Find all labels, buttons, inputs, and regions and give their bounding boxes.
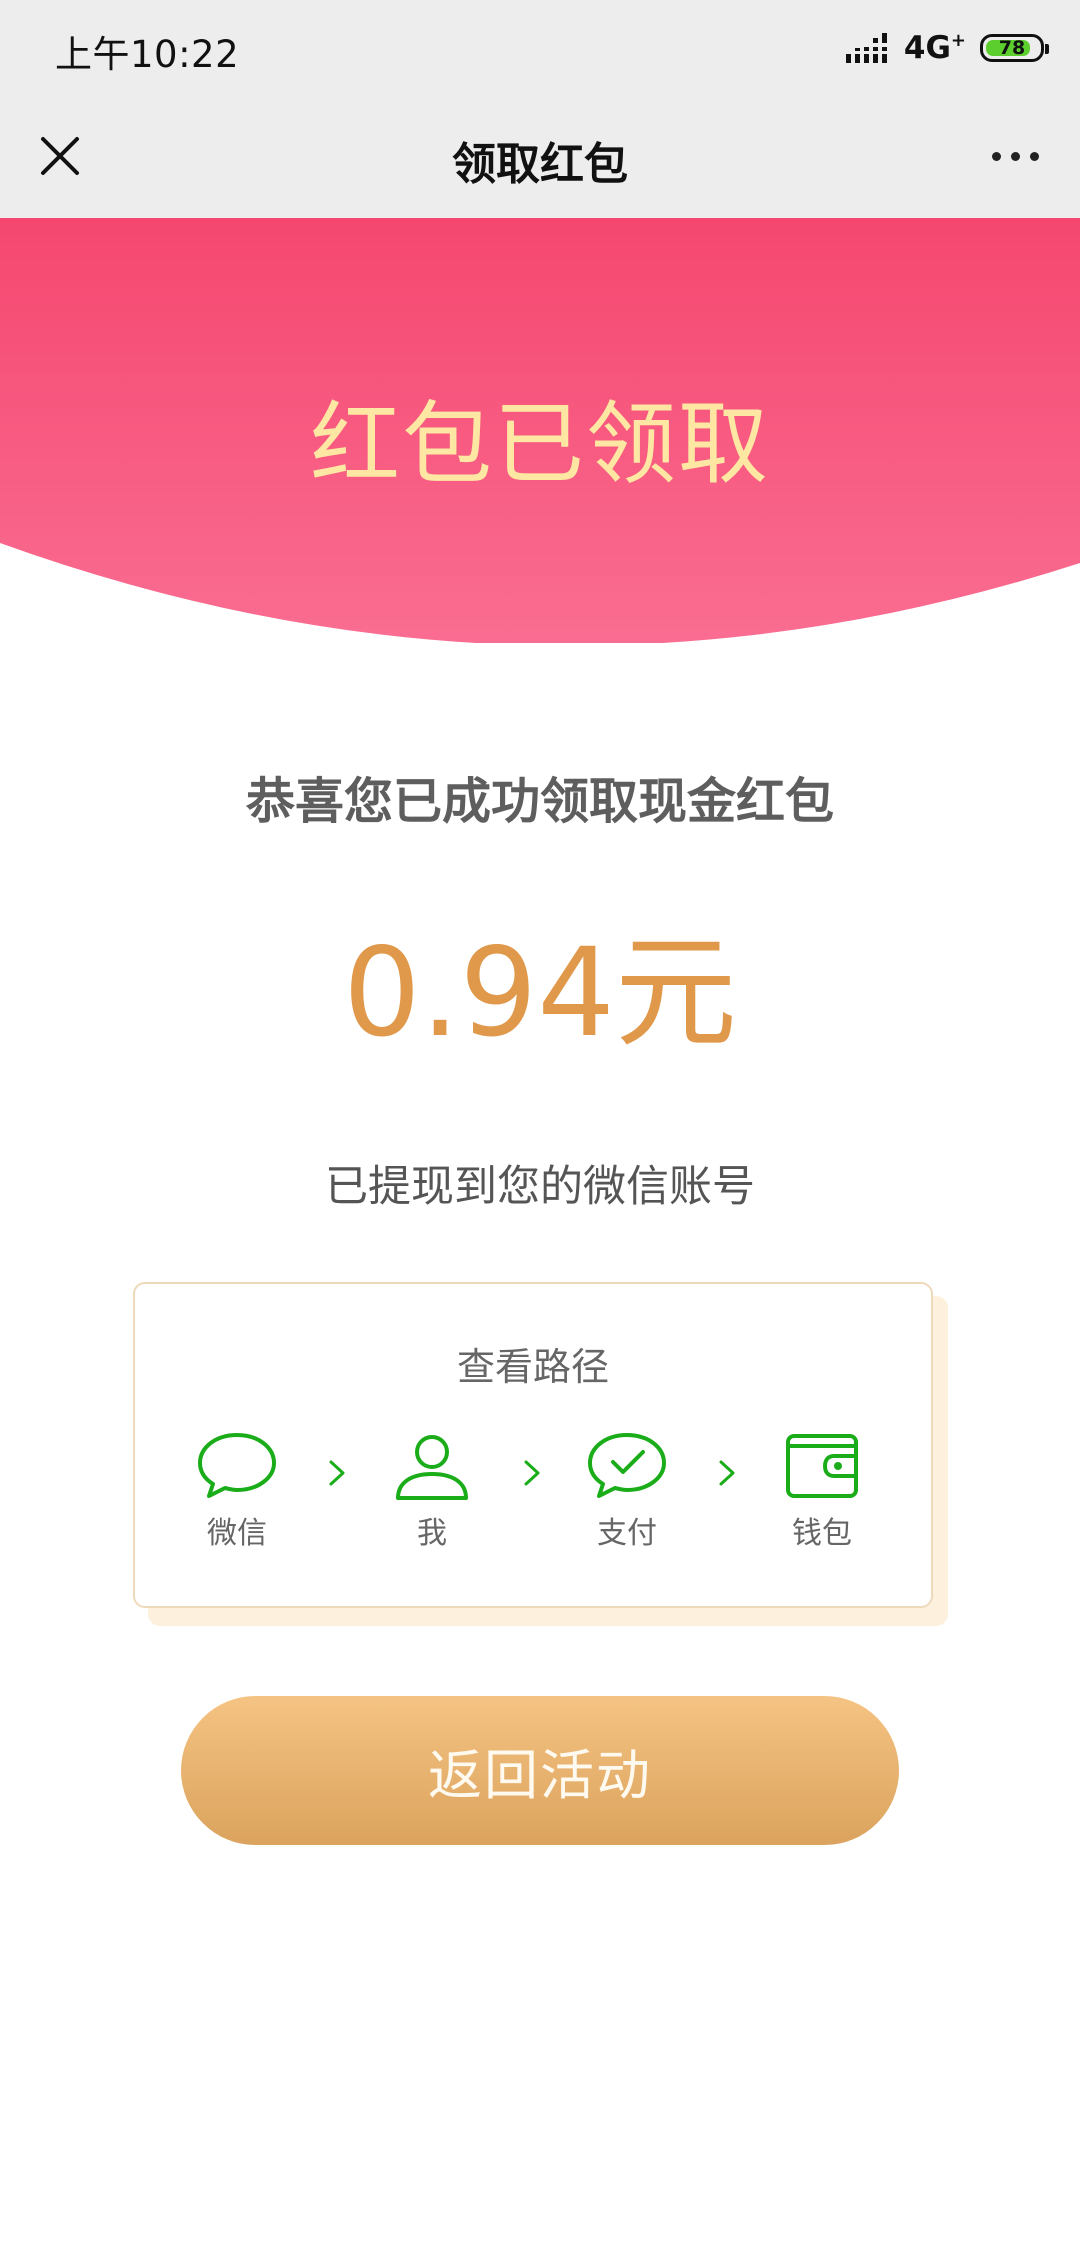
return-to-activity-button[interactable]: 返回活动 — [181, 1696, 899, 1845]
red-envelope-header: 红包已领取 — [0, 218, 1080, 643]
status-indicators: 4G+ 78 — [845, 28, 1049, 68]
more-dot — [991, 151, 1001, 161]
more-options-button[interactable] — [980, 126, 1050, 186]
nav-bar: 领取红包 — [0, 96, 1080, 218]
more-dot — [1010, 151, 1020, 161]
status-time: 上午10:22 — [55, 33, 240, 76]
path-step-label: 我 — [417, 1516, 447, 1551]
battery-icon: 78 — [980, 34, 1049, 62]
path-step-label: 支付 — [597, 1516, 657, 1551]
path-step-wallet: 钱包 — [762, 1430, 882, 1552]
amount-value: 0.94元 — [343, 922, 737, 1064]
more-dot — [1029, 151, 1039, 161]
payment-check-icon — [588, 1433, 666, 1498]
path-step-label: 微信 — [207, 1516, 267, 1551]
page: 上午10:22 4G+ 78 领取红包 红包已领取 恭喜您已成功领取现金红包 0… — [0, 0, 1080, 2248]
header-title: 红包已领取 — [310, 392, 770, 497]
status-bar: 上午10:22 4G+ 78 — [0, 0, 1080, 96]
withdrawn-note: 已提现到您的微信账号 — [325, 1162, 755, 1212]
network-type-label: 4G+ — [903, 30, 966, 66]
path-step-payment: 支付 — [567, 1430, 687, 1552]
battery-level: 78 — [998, 37, 1026, 59]
chevron-right-icon — [719, 1460, 735, 1486]
path-step-label: 钱包 — [792, 1516, 852, 1551]
path-card-title: 查看路径 — [456, 1345, 609, 1389]
user-icon — [396, 1435, 468, 1500]
path-step-wechat: 微信 — [177, 1430, 297, 1552]
chevron-right-icon — [524, 1460, 540, 1486]
chat-bubble-icon — [198, 1433, 276, 1498]
path-step-me: 我 — [372, 1430, 492, 1552]
congrats-text: 恭喜您已成功领取现金红包 — [245, 773, 834, 830]
path-card: 查看路径 微信 我 支付 钱包 — [133, 1282, 933, 1608]
signal-icon — [845, 33, 887, 63]
page-title: 领取红包 — [452, 139, 628, 190]
wallet-icon — [786, 1434, 858, 1498]
chevron-right-icon — [329, 1460, 345, 1486]
return-button-label: 返回活动 — [428, 1744, 652, 1807]
